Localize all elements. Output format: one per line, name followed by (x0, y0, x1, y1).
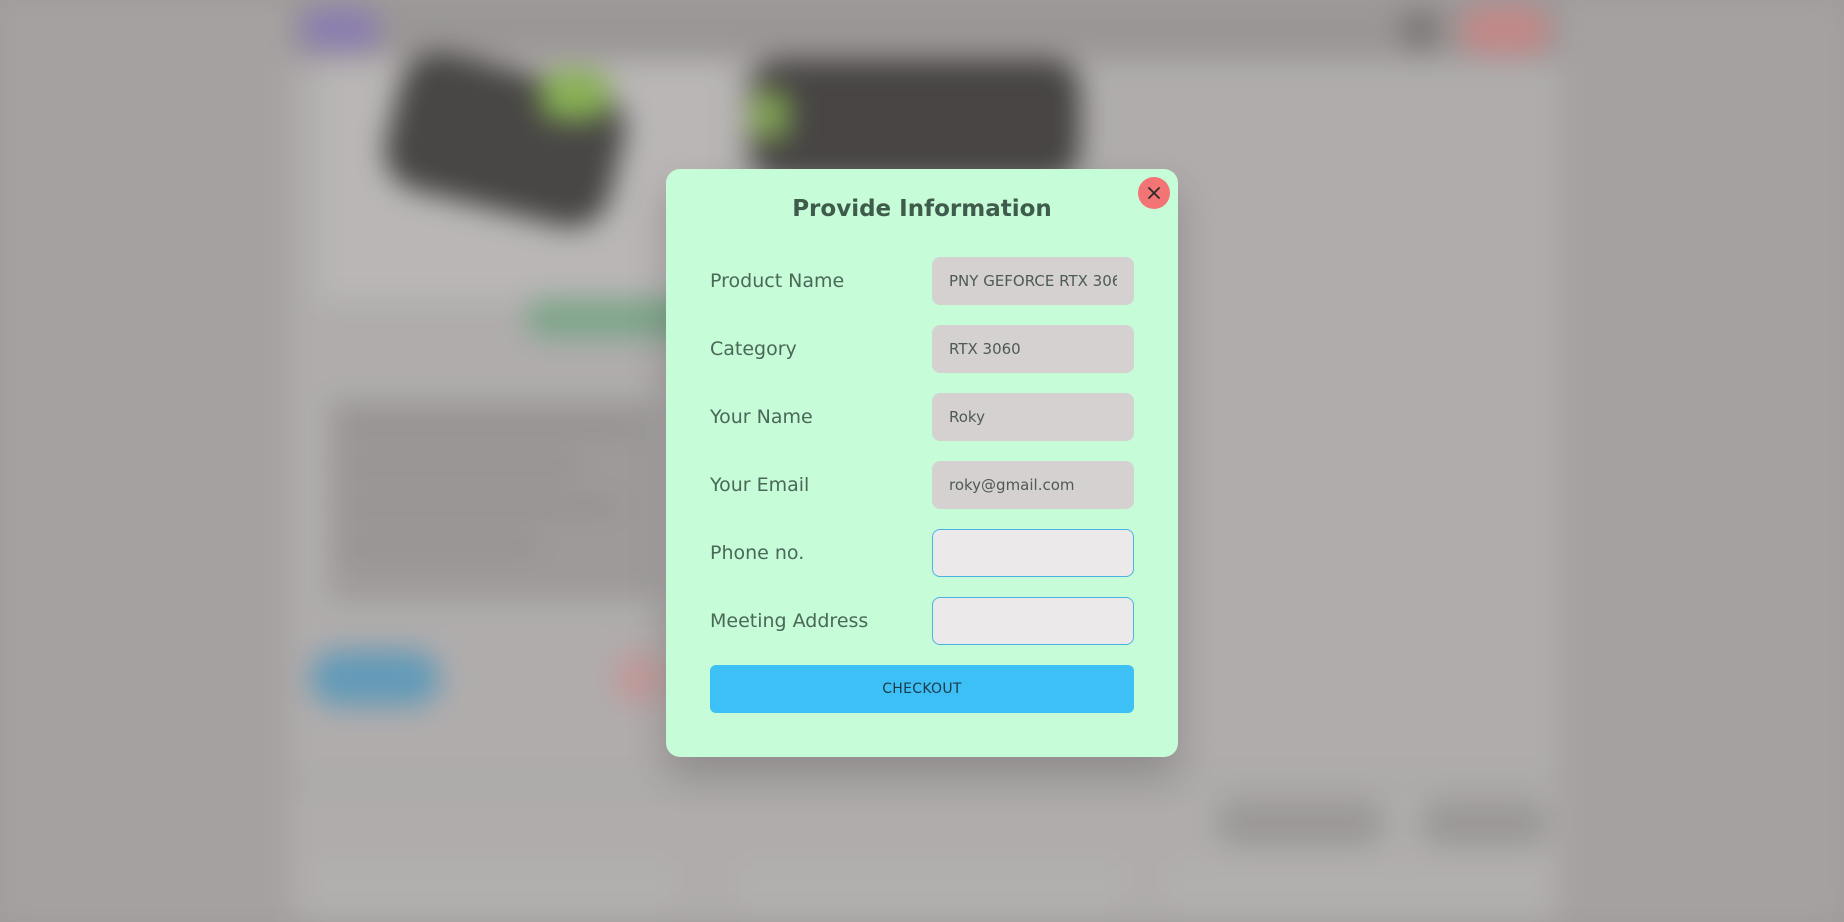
category-input[interactable] (932, 325, 1134, 373)
field-row-meeting-address: Meeting Address (710, 597, 1134, 645)
your-email-input[interactable] (932, 461, 1134, 509)
field-row-phone: Phone no. (710, 529, 1134, 577)
meeting-address-label: Meeting Address (710, 610, 869, 632)
checkout-button[interactable]: CHECKOUT (710, 665, 1134, 713)
field-row-your-email: Your Email (710, 461, 1134, 509)
product-name-label: Product Name (710, 270, 845, 292)
modal-title: Provide Information (792, 196, 1052, 222)
product-name-input[interactable] (932, 257, 1134, 305)
your-email-label: Your Email (710, 474, 810, 496)
field-row-your-name: Your Name (710, 393, 1134, 441)
your-name-input[interactable] (932, 393, 1134, 441)
provide-information-modal: Provide Information Product Name Categor… (666, 169, 1178, 757)
category-label: Category (710, 338, 797, 360)
field-row-product-name: Product Name (710, 257, 1134, 305)
phone-label: Phone no. (710, 542, 805, 564)
meeting-address-input[interactable] (932, 597, 1134, 645)
phone-input[interactable] (932, 529, 1134, 577)
field-row-category: Category (710, 325, 1134, 373)
your-name-label: Your Name (710, 406, 813, 428)
